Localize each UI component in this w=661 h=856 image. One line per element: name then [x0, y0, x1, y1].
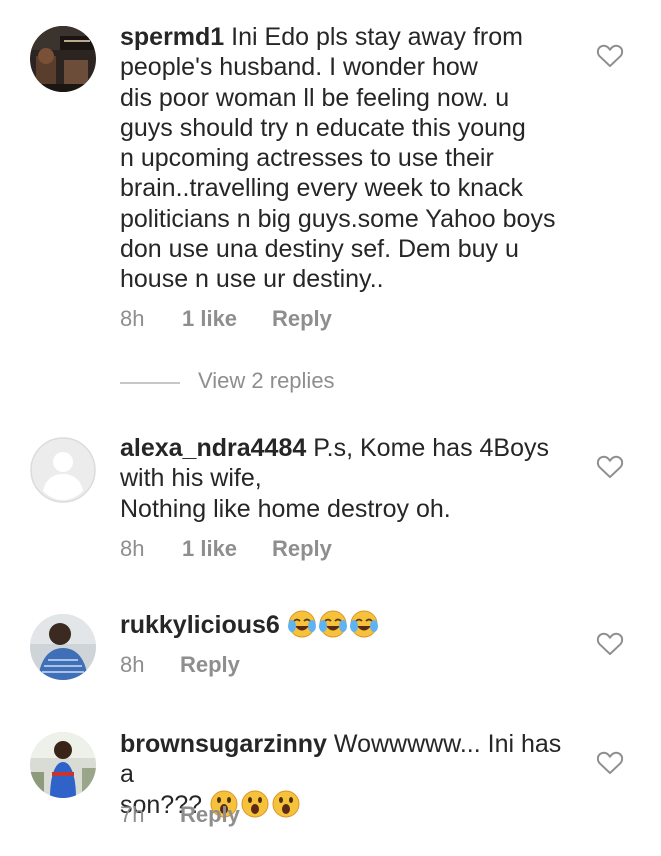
comment-text-line: n upcoming actresses to use their	[120, 144, 494, 173]
comment-body: alexa_ndra4484 P.s, Kome has 4Boys with …	[120, 433, 580, 524]
reply-button[interactable]: Reply	[180, 802, 240, 828]
face-with-tears-of-joy-icon	[318, 610, 348, 645]
comment-text-line: dis poor woman ll be feeling now. u	[120, 83, 510, 112]
avatar[interactable]	[30, 614, 96, 680]
avatar[interactable]	[30, 26, 96, 92]
comment-body: spermd1 Ini Edo pls stay away from peopl…	[120, 22, 580, 295]
likes-count-button[interactable]: 1 like	[182, 536, 272, 562]
comment-text-line: politicians n big guys.some Yahoo boys	[120, 204, 556, 233]
heart-outline-icon[interactable]	[596, 630, 624, 656]
view-replies-label: View 2 replies	[198, 368, 335, 393]
default-avatar-icon[interactable]	[30, 437, 96, 503]
comment-text-line: Nothing like home destroy oh.	[120, 494, 451, 523]
comment-time: 8h	[120, 652, 145, 677]
heart-outline-icon[interactable]	[596, 749, 624, 775]
reply-button[interactable]: Reply	[272, 536, 332, 562]
comment-text-line: with his wife,	[120, 464, 262, 493]
face-with-tears-of-joy-icon	[287, 610, 317, 645]
comment-text-line: Ini Edo pls stay away from	[231, 23, 523, 51]
comment-meta: 8h 1 like Reply	[120, 306, 332, 332]
user-photo	[30, 26, 96, 92]
comment-item: spermd1 Ini Edo pls stay away from peopl…	[0, 0, 661, 400]
comment-username[interactable]: alexa_ndra4484	[120, 434, 306, 462]
comment-meta: 8h 1 like Reply	[120, 536, 332, 562]
face-with-open-mouth-icon	[271, 790, 301, 825]
likes-count-button[interactable]: 1 like	[182, 306, 272, 332]
reply-button[interactable]: Reply	[180, 652, 240, 678]
comment-username[interactable]: brownsugarzinny	[120, 730, 327, 758]
comment-item: rukkylicious6 8h Reply	[0, 590, 661, 720]
comment-meta: 8h Reply	[120, 652, 240, 678]
comment-text-line: brain..travelling every week to knack	[120, 174, 523, 203]
replies-divider-line	[120, 382, 180, 384]
heart-outline-icon[interactable]	[596, 42, 624, 68]
face-with-tears-of-joy-icon	[349, 610, 379, 645]
comment-text-line: P.s, Kome has 4Boys	[313, 434, 549, 462]
comment-time: 8h	[120, 536, 145, 561]
comment-text-line: house n use ur destiny..	[120, 265, 384, 294]
user-photo	[30, 732, 96, 798]
comment-text-line: don use una destiny sef. Dem buy u	[120, 235, 519, 264]
comment-item: alexa_ndra4484 P.s, Kome has 4Boys with …	[0, 400, 661, 590]
comment-time: 8h	[120, 306, 145, 331]
comment-item: brownsugarzinny Wowwwww... Ini has a son…	[0, 720, 661, 856]
avatar[interactable]	[30, 732, 96, 798]
comment-username[interactable]: spermd1	[120, 23, 224, 51]
comment-text-line: guys should try n educate this young	[120, 113, 526, 142]
heart-outline-icon[interactable]	[596, 453, 624, 479]
comment-meta: 7h Reply	[120, 802, 240, 828]
reply-button[interactable]: Reply	[272, 306, 332, 332]
comment-username[interactable]: rukkylicious6	[120, 611, 280, 639]
comment-time: 7h	[120, 802, 145, 827]
user-photo	[30, 614, 96, 680]
comment-body: rukkylicious6	[120, 610, 580, 645]
face-with-open-mouth-icon	[240, 790, 270, 825]
comment-text-line: people's husband. I wonder how	[120, 53, 478, 82]
